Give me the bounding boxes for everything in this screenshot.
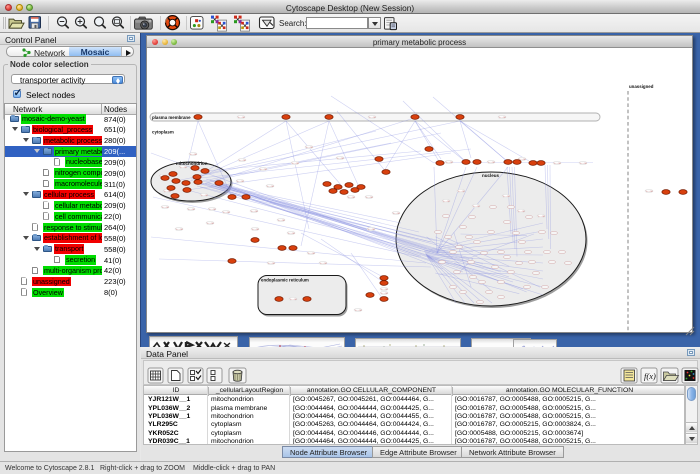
svg-text:Y--..--W: Y--..--W [277, 220, 284, 222]
svg-text:Y--..--W: Y--..--W [392, 213, 399, 215]
svg-text:Y--..--W: Y--..--W [579, 163, 586, 165]
svg-text:Y--..--W: Y--..--W [179, 167, 186, 169]
svg-text:Y--..--W: Y--..--W [189, 154, 196, 156]
svg-text:Y--..--W: Y--..--W [175, 229, 182, 231]
svg-text:Y--..--W: Y--..--W [319, 263, 326, 265]
svg-text:Y--..--W: Y--..--W [161, 207, 168, 209]
svg-text:Y--..--W: Y--..--W [336, 158, 343, 160]
svg-text:Y--..--W: Y--..--W [267, 263, 274, 265]
svg-text:Y--..--W: Y--..--W [206, 223, 213, 225]
svg-text:Y--..--W: Y--..--W [365, 197, 372, 199]
svg-text:cytoplasm: cytoplasm [152, 130, 174, 135]
svg-text:Y--..--W: Y--..--W [498, 117, 505, 119]
svg-text:Y--..--W: Y--..--W [305, 147, 312, 149]
svg-text:Y--..--W: Y--..--W [517, 211, 524, 213]
svg-text:Y--..--W: Y--..--W [291, 163, 298, 165]
svg-text:Y--..--W: Y--..--W [537, 216, 544, 218]
svg-text:Y--..--W: Y--..--W [368, 117, 375, 119]
svg-text:Y--..--W: Y--..--W [187, 209, 194, 211]
svg-text:Y--..--W: Y--..--W [367, 229, 374, 231]
svg-text:Y--..--W: Y--..--W [354, 310, 361, 312]
svg-text:mitochondrion: mitochondrion [176, 161, 208, 166]
svg-text:Y--..--W: Y--..--W [251, 229, 258, 231]
svg-text:Y--..--W: Y--..--W [222, 212, 229, 214]
svg-text:endoplasmic reticulum: endoplasmic reticulum [261, 278, 309, 283]
svg-text:unassigned: unassigned [629, 84, 654, 89]
svg-text:Y--..--W: Y--..--W [250, 211, 257, 213]
svg-text:plasma membrane: plasma membrane [152, 115, 191, 120]
svg-text:Y--..--W: Y--..--W [307, 253, 314, 255]
svg-text:Y--..--W: Y--..--W [238, 160, 245, 162]
svg-text:Y--..--W: Y--..--W [457, 191, 464, 193]
svg-text:Y--..--W: Y--..--W [502, 196, 509, 198]
svg-text:Y--..--W: Y--..--W [237, 117, 244, 119]
svg-text:nucleus: nucleus [482, 173, 500, 178]
svg-text:Y--..--W: Y--..--W [287, 233, 294, 235]
svg-text:Y--..--W: Y--..--W [236, 181, 243, 183]
svg-text:Y--..--W: Y--..--W [289, 299, 296, 301]
svg-text:Y--..--W: Y--..--W [445, 162, 452, 164]
svg-text:Y--..--W: Y--..--W [472, 206, 479, 208]
svg-text:Y--..--W: Y--..--W [200, 195, 207, 197]
svg-text:Y--..--W: Y--..--W [347, 197, 354, 199]
svg-text:f(x): f(x) [644, 371, 656, 381]
svg-text:Y--..--W: Y--..--W [645, 191, 652, 193]
svg-text:Y--..--W: Y--..--W [163, 191, 170, 193]
svg-text:Y--..--W: Y--..--W [380, 293, 387, 295]
svg-text:Y--..--W: Y--..--W [442, 201, 449, 203]
svg-text:Y--..--W: Y--..--W [208, 209, 215, 211]
svg-text:Y--..--W: Y--..--W [553, 163, 560, 165]
svg-text:Y--..--W: Y--..--W [487, 162, 494, 164]
svg-text:Y--..--W: Y--..--W [259, 169, 266, 171]
svg-text:Y--..--W: Y--..--W [380, 289, 387, 291]
svg-text:Y--..--W: Y--..--W [266, 186, 273, 188]
